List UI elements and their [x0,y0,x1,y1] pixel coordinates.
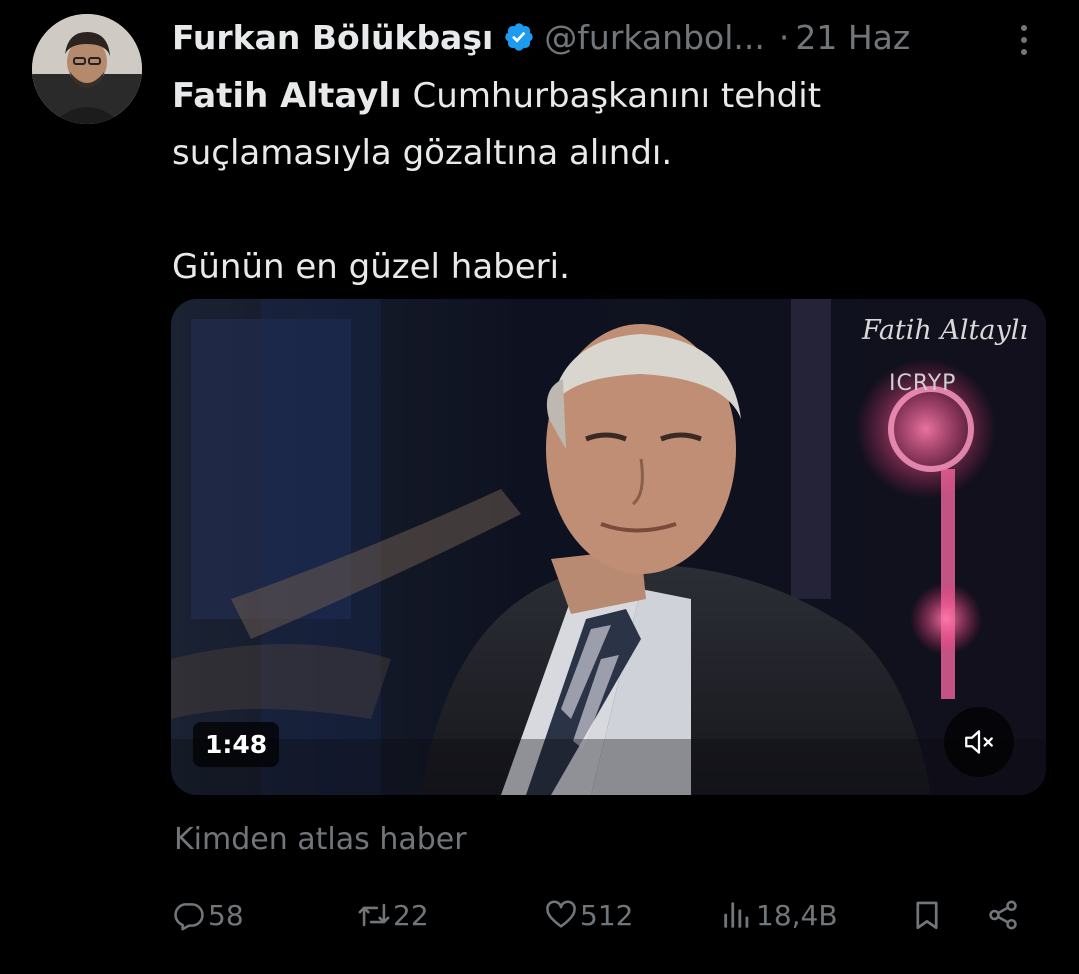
mute-button[interactable] [944,707,1014,777]
tweet-text-line3: Günün en güzel haberi. [172,247,570,287]
author-handle[interactable]: @furkanbol... [544,18,765,57]
separator-dot: · [778,17,790,57]
tweet-date[interactable]: 21 Haz [795,18,910,57]
avatar[interactable] [32,14,142,124]
reply-button[interactable]: 58 [172,890,244,940]
avatar-image [32,14,142,124]
author-display-name[interactable]: Furkan Bölükbaşı [172,18,493,57]
video-watermark-brand: ICRYP [889,371,957,396]
share-button[interactable] [986,890,1022,940]
video-watermark-name: Fatih Altaylı [861,315,1028,346]
repost-button[interactable]: 22 [357,890,429,940]
like-button[interactable]: 512 [544,890,633,940]
views-icon [724,902,749,928]
mute-icon [965,730,993,754]
video-duration-badge: 1:48 [193,722,280,767]
tweet-header: Furkan Bölükbaşı @furkanbol... · 21 Haz [172,12,910,62]
like-count: 512 [580,898,634,932]
tweet-text-line2: suçlamasıyla gözaltına alındı. [172,133,673,173]
repost-icon [358,903,390,927]
bold-name: Fatih Altaylı [172,76,402,116]
bookmark-button[interactable] [910,890,946,940]
verified-badge-icon [505,23,533,51]
views-button[interactable]: 18,4B [720,890,838,940]
bookmark-icon [916,901,938,930]
share-icon [989,900,1017,930]
video-player[interactable]: Fatih Altaylı ICRYP 1:48 [171,299,1046,795]
video-source[interactable]: Kimden atlas haber [174,822,467,857]
more-options-icon[interactable] [1012,20,1036,60]
tweet-text: Fatih Altaylı Cumhurbaşkanını tehdit suç… [172,68,1032,296]
heart-icon [546,900,576,928]
views-count: 18,4B [756,898,838,932]
action-bar: 58 22 512 18,4B [172,890,1032,940]
repost-count: 22 [393,898,429,932]
tweet-text-line1: Cumhurbaşkanını tehdit [401,76,822,116]
reply-count: 58 [208,898,244,932]
reply-icon [174,903,204,931]
tweet: Furkan Bölükbaşı @furkanbol... · 21 Haz … [0,0,1079,974]
